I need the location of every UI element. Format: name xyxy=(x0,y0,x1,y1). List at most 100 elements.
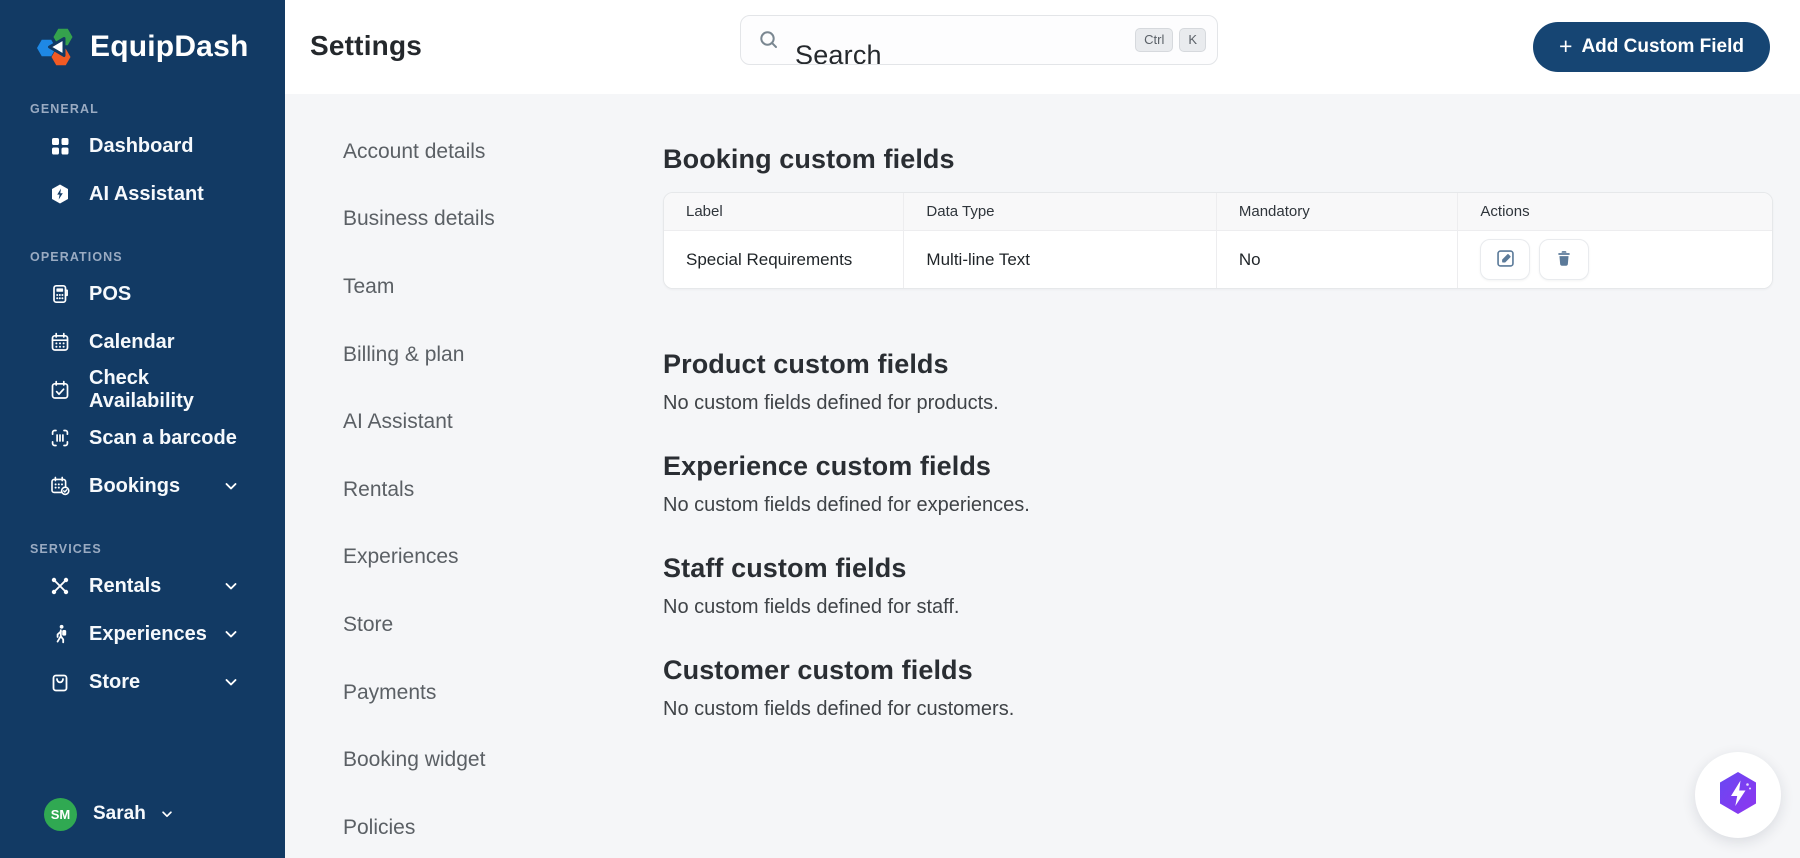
customer-empty-text: No custom fields defined for customers. xyxy=(663,698,1015,720)
customer-custom-fields-section: Customer custom fields No custom fields … xyxy=(663,652,1771,721)
sidebar-item-ai-assistant[interactable]: AI Assistant xyxy=(0,170,285,218)
sidebar-item-label: Store xyxy=(89,670,141,693)
sidebar-item-bookings[interactable]: Bookings xyxy=(0,462,285,510)
bolt-hexagon-icon xyxy=(1714,769,1762,822)
grid-icon xyxy=(48,135,71,158)
settings-nav-billing-plan[interactable]: Billing & plan xyxy=(343,321,495,389)
sidebar-item-check-availability[interactable]: Check Availability xyxy=(0,366,285,414)
sidebar-item-pos[interactable]: POS xyxy=(0,270,285,318)
column-header-actions: Actions xyxy=(1458,193,1772,231)
settings-nav-store[interactable]: Store xyxy=(343,591,495,659)
product-empty-text: No custom fields defined for products. xyxy=(663,392,999,414)
cell-label: Special Requirements xyxy=(664,231,905,288)
search-input[interactable]: Search Ctrl K xyxy=(740,15,1218,65)
delete-button[interactable] xyxy=(1539,239,1590,280)
add-custom-field-label: Add Custom Field xyxy=(1581,36,1744,57)
sidebar-item-label: Dashboard xyxy=(89,134,194,157)
staff-custom-fields-heading: Staff custom fields xyxy=(663,553,907,583)
settings-content: Account details Business details Team Bi… xyxy=(285,94,1800,858)
experience-custom-fields-section: Experience custom fields No custom field… xyxy=(663,448,1771,517)
sidebar-item-rentals[interactable]: Rentals xyxy=(0,562,285,610)
sidebar-item-label: AI Assistant xyxy=(89,182,204,205)
chevron-down-icon xyxy=(223,478,239,494)
chevron-down-icon xyxy=(223,626,239,642)
sidebar-item-label: Scan a barcode xyxy=(89,426,237,449)
sidebar-item-label: Experiences xyxy=(89,622,207,645)
product-custom-fields-section: Product custom fields No custom fields d… xyxy=(663,346,1771,415)
search-icon xyxy=(757,28,781,57)
sidebar-item-label: Check Availability xyxy=(89,367,194,412)
sidebar-item-experiences[interactable]: Experiences xyxy=(0,610,285,658)
top-header: Settings Search Ctrl K + Add Custom Fiel… xyxy=(285,0,1800,94)
table-row: Special Requirements Multi-line Text No xyxy=(664,231,1772,288)
product-custom-fields-heading: Product custom fields xyxy=(663,349,949,379)
sidebar-item-label: Calendar xyxy=(89,330,175,353)
sidebar-item-store[interactable]: Store xyxy=(0,658,285,706)
customer-custom-fields-heading: Customer custom fields xyxy=(663,655,973,685)
ai-hexagon-bolt-icon xyxy=(48,183,71,206)
sidebar-item-scan-barcode[interactable]: Scan a barcode xyxy=(0,414,285,462)
settings-nav-account-details[interactable]: Account details xyxy=(343,118,495,186)
sidebar-item-label: Rentals xyxy=(89,574,162,597)
sidebar-item-label: POS xyxy=(89,282,132,305)
avatar: SM xyxy=(44,797,77,831)
user-menu[interactable]: SM Sarah xyxy=(0,786,285,842)
column-header-label: Label xyxy=(664,193,905,231)
edit-pencil-icon xyxy=(1495,248,1516,272)
settings-nav-booking-widget[interactable]: Booking widget xyxy=(343,726,495,794)
sidebar-section-general: GENERAL xyxy=(30,102,99,116)
chevron-down-icon xyxy=(223,578,239,594)
kbd-ctrl: Ctrl xyxy=(1135,28,1174,52)
staff-empty-text: No custom fields defined for staff. xyxy=(663,596,960,618)
search-placeholder: Search xyxy=(795,40,882,65)
equipdash-settings-page: EquipDash GENERAL Dashboard AI Assistant xyxy=(0,0,1800,858)
kbd-k: K xyxy=(1179,28,1206,52)
add-custom-field-button[interactable]: + Add Custom Field xyxy=(1533,22,1770,72)
staff-custom-fields-section: Staff custom fields No custom fields def… xyxy=(663,550,1771,619)
search-shortcut: Ctrl K xyxy=(1135,28,1206,52)
cell-mandatory: No xyxy=(1217,231,1459,288)
settings-nav-payments[interactable]: Payments xyxy=(343,659,495,727)
sidebar-section-services: SERVICES xyxy=(30,542,102,556)
cell-actions xyxy=(1458,231,1772,288)
settings-nav-business-details[interactable]: Business details xyxy=(343,186,495,254)
calendar-check-icon xyxy=(48,379,71,402)
sidebar-item-dashboard[interactable]: Dashboard xyxy=(0,122,285,170)
table-header-row: Label Data Type Mandatory Actions xyxy=(664,193,1772,231)
page-title: Settings xyxy=(310,30,423,61)
chevron-down-icon xyxy=(160,807,174,821)
edit-button[interactable] xyxy=(1480,239,1531,280)
crossed-paddles-icon xyxy=(48,575,71,598)
barcode-scan-icon xyxy=(48,427,71,450)
user-name: Sarah xyxy=(93,803,146,824)
chevron-down-icon xyxy=(223,674,239,690)
custom-fields-panel: Booking custom fields Label Data Type Ma… xyxy=(663,94,1773,721)
experience-custom-fields-heading: Experience custom fields xyxy=(663,451,992,481)
column-header-mandatory: Mandatory xyxy=(1216,193,1459,231)
cell-data-type: Multi-line Text xyxy=(904,231,1217,288)
settings-nav-team[interactable]: Team xyxy=(343,253,495,321)
settings-nav: Account details Business details Team Bi… xyxy=(343,94,495,858)
shopping-bag-icon xyxy=(48,671,71,694)
app-name: EquipDash xyxy=(90,30,249,63)
settings-nav-policies[interactable]: Policies xyxy=(343,794,495,858)
column-header-data-type: Data Type xyxy=(904,193,1217,231)
trash-icon xyxy=(1554,248,1574,271)
booking-custom-fields-table: Label Data Type Mandatory Actions Specia… xyxy=(663,192,1773,289)
app-logo[interactable]: EquipDash xyxy=(0,0,285,70)
equipdash-logo-icon xyxy=(34,24,80,70)
sidebar-item-calendar[interactable]: Calendar xyxy=(0,318,285,366)
sidebar-section-operations: OPERATIONS xyxy=(30,250,123,264)
booking-custom-fields-heading: Booking custom fields xyxy=(663,144,955,174)
settings-nav-rentals[interactable]: Rentals xyxy=(343,456,495,524)
calendar-badge-check-icon xyxy=(48,475,71,498)
hiker-icon xyxy=(48,623,71,646)
sidebar: EquipDash GENERAL Dashboard AI Assistant xyxy=(0,0,285,858)
settings-nav-ai-assistant[interactable]: AI Assistant xyxy=(343,388,495,456)
pos-terminal-icon xyxy=(48,283,71,306)
sidebar-item-label: Bookings xyxy=(89,474,181,497)
settings-nav-experiences[interactable]: Experiences xyxy=(343,524,495,592)
experience-empty-text: No custom fields defined for experiences… xyxy=(663,494,1030,516)
ai-assistant-fab[interactable] xyxy=(1695,752,1781,838)
calendar-icon xyxy=(48,331,71,354)
